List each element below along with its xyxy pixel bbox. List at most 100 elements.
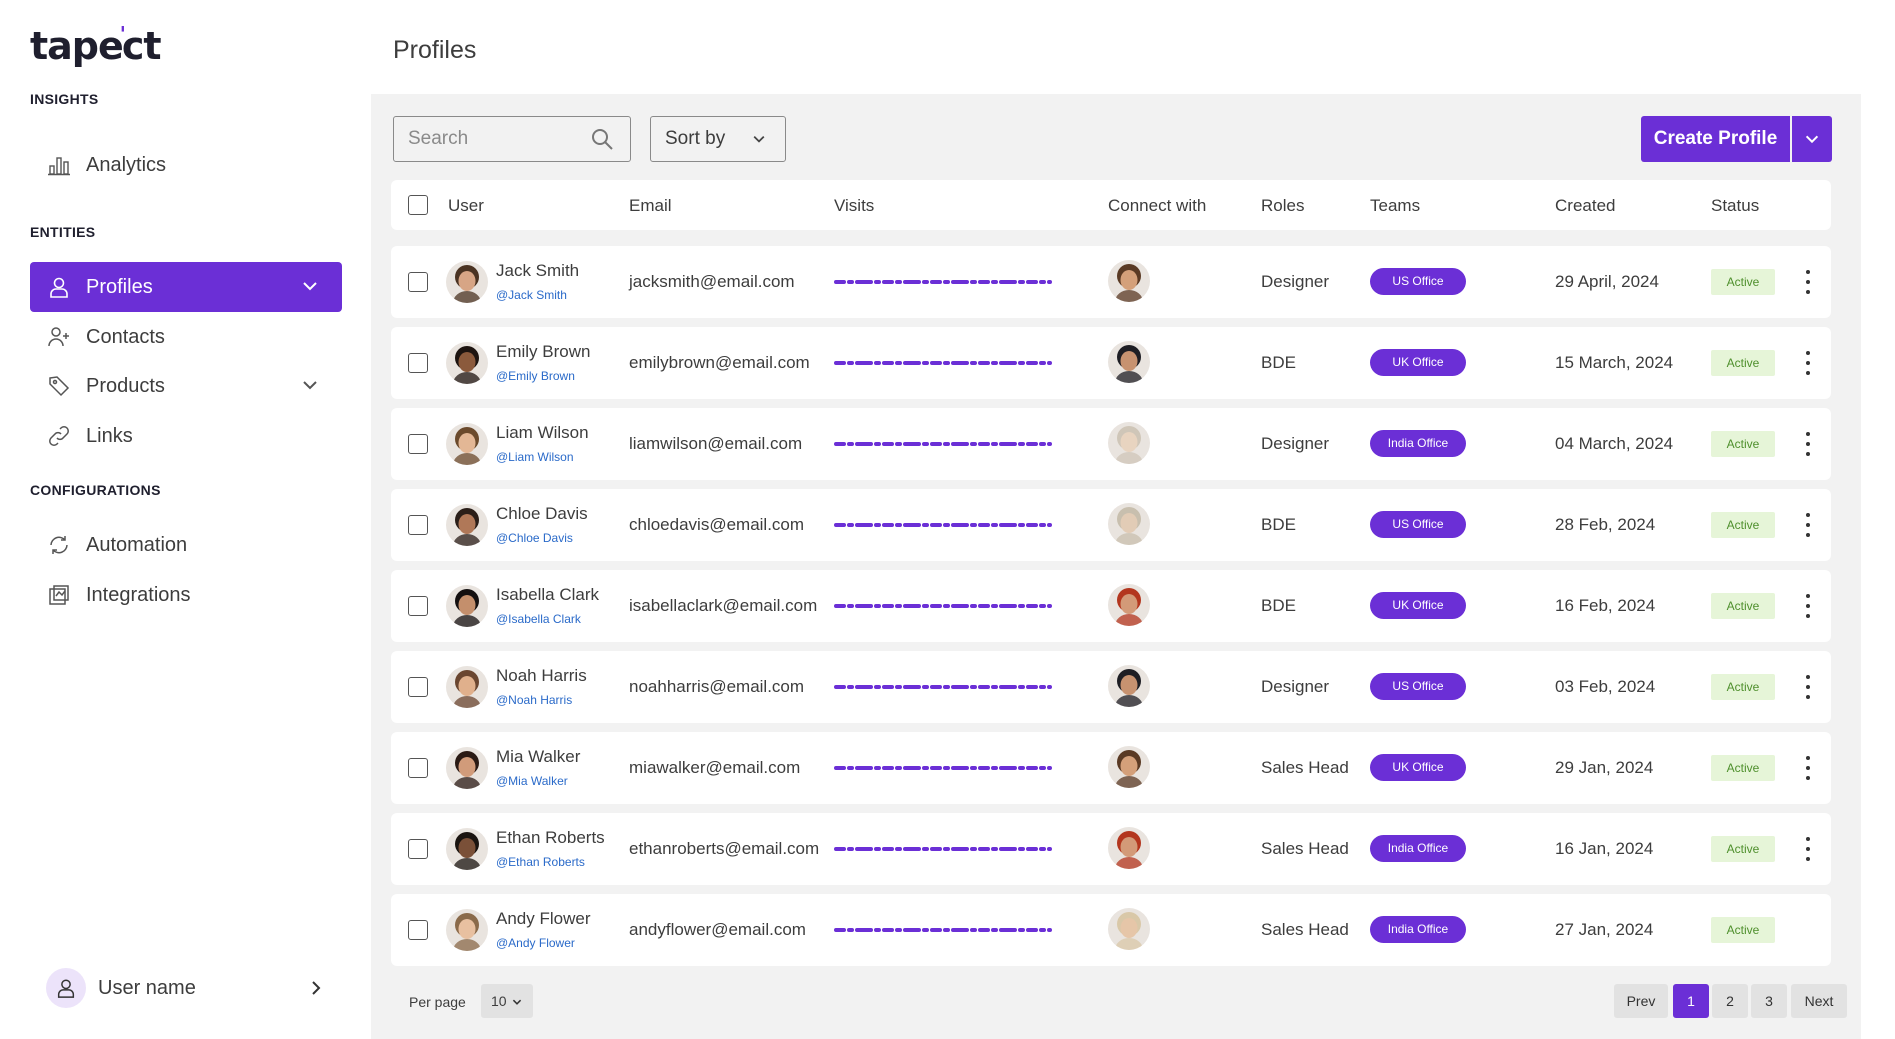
table-row[interactable]: Chloe Davis @Chloe Davis chloedavis@emai… — [391, 489, 1831, 561]
row-checkbox[interactable] — [408, 839, 428, 859]
user-name[interactable]: Emily Brown — [496, 342, 590, 362]
table-row[interactable]: Emily Brown @Emily Brown emilybrown@emai… — [391, 327, 1831, 399]
user-name[interactable]: Chloe Davis — [496, 504, 588, 524]
user-email: emilybrown@email.com — [629, 353, 810, 372]
user-name[interactable]: Noah Harris — [496, 666, 587, 686]
per-page-select[interactable]: 10 — [481, 984, 533, 1018]
sidebar-item-integrations[interactable]: Integrations — [30, 570, 342, 620]
user-name[interactable]: Jack Smith — [496, 261, 579, 281]
user-handle-link[interactable]: @Andy Flower — [496, 936, 575, 950]
user-email: liamwilson@email.com — [629, 434, 803, 453]
connect-avatar[interactable] — [1108, 746, 1150, 788]
connect-avatar[interactable] — [1108, 908, 1150, 950]
user-handle-link[interactable]: @Jack Smith — [496, 288, 567, 302]
sidebar-item-links[interactable]: Links — [30, 411, 342, 461]
row-checkbox[interactable] — [408, 272, 428, 292]
search-icon[interactable] — [590, 127, 614, 156]
more-options-icon[interactable] — [1803, 351, 1813, 375]
more-options-icon[interactable] — [1803, 594, 1813, 618]
table-row[interactable]: Mia Walker @Mia Walker miawalker@email.c… — [391, 732, 1831, 804]
user-handle-link[interactable]: @Emily Brown — [496, 369, 575, 383]
sidebar-item-profiles[interactable]: Profiles — [30, 262, 342, 312]
create-profile-button[interactable]: Create Profile — [1641, 116, 1790, 162]
header-user[interactable]: User — [448, 196, 484, 216]
user-name[interactable]: Andy Flower — [496, 909, 590, 929]
user-email: miawalker@email.com — [629, 758, 801, 777]
user-name[interactable]: Ethan Roberts — [496, 828, 605, 848]
user-name[interactable]: Liam Wilson — [496, 423, 589, 443]
connect-avatar[interactable] — [1108, 665, 1150, 707]
user-email: andyflower@email.com — [629, 920, 806, 939]
sidebar-item-label: Analytics — [86, 153, 167, 176]
connect-avatar[interactable] — [1108, 260, 1150, 302]
integrations-icon — [46, 582, 72, 608]
user-role: Designer — [1261, 677, 1330, 696]
sidebar-item-automation[interactable]: Automation — [30, 520, 342, 570]
more-options-icon[interactable] — [1803, 837, 1813, 861]
prev-page-button[interactable]: Prev — [1614, 984, 1668, 1018]
header-visits[interactable]: Visits — [834, 196, 874, 216]
row-checkbox[interactable] — [408, 920, 428, 940]
user-handle-link[interactable]: @Liam Wilson — [496, 450, 574, 464]
user-email: noahharris@email.com — [629, 677, 805, 696]
chevron-down-icon[interactable] — [300, 375, 320, 401]
connect-avatar[interactable] — [1108, 827, 1150, 869]
next-page-button[interactable]: Next — [1791, 984, 1847, 1018]
user-handle-link[interactable]: @Isabella Clark — [496, 612, 581, 626]
more-options-icon[interactable] — [1803, 513, 1813, 537]
sidebar-item-products[interactable]: Products — [30, 361, 342, 411]
more-options-icon[interactable] — [1803, 756, 1813, 780]
user-handle-link[interactable]: @Ethan Roberts — [496, 855, 585, 869]
table-row[interactable]: Noah Harris @Noah Harris noahharris@emai… — [391, 651, 1831, 723]
page-1-button[interactable]: 1 — [1673, 984, 1709, 1018]
connect-avatar[interactable] — [1108, 422, 1150, 464]
connect-avatar[interactable] — [1108, 341, 1150, 383]
table-row[interactable]: Andy Flower @Andy Flower andyflower@emai… — [391, 894, 1831, 966]
row-checkbox[interactable] — [408, 596, 428, 616]
row-checkbox[interactable] — [408, 677, 428, 697]
created-date: 27 Jan, 2024 — [1555, 920, 1654, 939]
row-checkbox[interactable] — [408, 758, 428, 778]
more-options-icon[interactable] — [1803, 270, 1813, 294]
more-options-icon[interactable] — [1803, 432, 1813, 456]
row-checkbox[interactable] — [408, 434, 428, 454]
search-input[interactable] — [408, 128, 578, 150]
row-checkbox[interactable] — [408, 353, 428, 373]
connect-avatar[interactable] — [1108, 584, 1150, 626]
sort-dropdown[interactable]: Sort by — [650, 116, 786, 162]
header-created[interactable]: Created — [1555, 196, 1615, 216]
table-row[interactable]: Ethan Roberts @Ethan Roberts ethanrobert… — [391, 813, 1831, 885]
chevron-right-icon[interactable] — [306, 978, 326, 1004]
header-teams[interactable]: Teams — [1370, 196, 1420, 216]
header-roles[interactable]: Roles — [1261, 196, 1304, 216]
page-3-button[interactable]: 3 — [1751, 984, 1787, 1018]
tapect-logo[interactable]: tape'ct — [30, 22, 162, 68]
table-row[interactable]: Isabella Clark @Isabella Clark isabellac… — [391, 570, 1831, 642]
header-status[interactable]: Status — [1711, 196, 1759, 216]
user-name[interactable]: Mia Walker — [496, 747, 580, 767]
search-box[interactable] — [393, 116, 631, 162]
page-2-button[interactable]: 2 — [1712, 984, 1748, 1018]
table-row[interactable]: Liam Wilson @Liam Wilson liamwilson@emai… — [391, 408, 1831, 480]
user-handle-link[interactable]: @Noah Harris — [496, 693, 572, 707]
user-role: BDE — [1261, 596, 1296, 615]
connect-avatar[interactable] — [1108, 503, 1150, 545]
chevron-down-icon[interactable] — [300, 276, 320, 302]
user-role: Sales Head — [1261, 839, 1349, 858]
chevron-down-icon — [751, 131, 767, 153]
header-connect[interactable]: Connect with — [1108, 196, 1206, 216]
team-badge: UK Office — [1370, 349, 1466, 376]
user-handle-link[interactable]: @Mia Walker — [496, 774, 568, 788]
sidebar-item-analytics[interactable]: Analytics — [30, 140, 342, 190]
user-menu[interactable]: User name — [46, 966, 336, 1010]
more-options-icon[interactable] — [1803, 675, 1813, 699]
create-options-button[interactable] — [1792, 116, 1832, 162]
user-name[interactable]: Isabella Clark — [496, 585, 599, 605]
user-handle-link[interactable]: @Chloe Davis — [496, 531, 573, 545]
row-checkbox[interactable] — [408, 515, 428, 535]
team-badge: India Office — [1370, 430, 1466, 457]
table-row[interactable]: Jack Smith @Jack Smith jacksmith@email.c… — [391, 246, 1831, 318]
select-all-checkbox[interactable] — [408, 195, 428, 215]
sidebar-item-contacts[interactable]: Contacts — [30, 312, 342, 362]
header-email[interactable]: Email — [629, 196, 672, 216]
